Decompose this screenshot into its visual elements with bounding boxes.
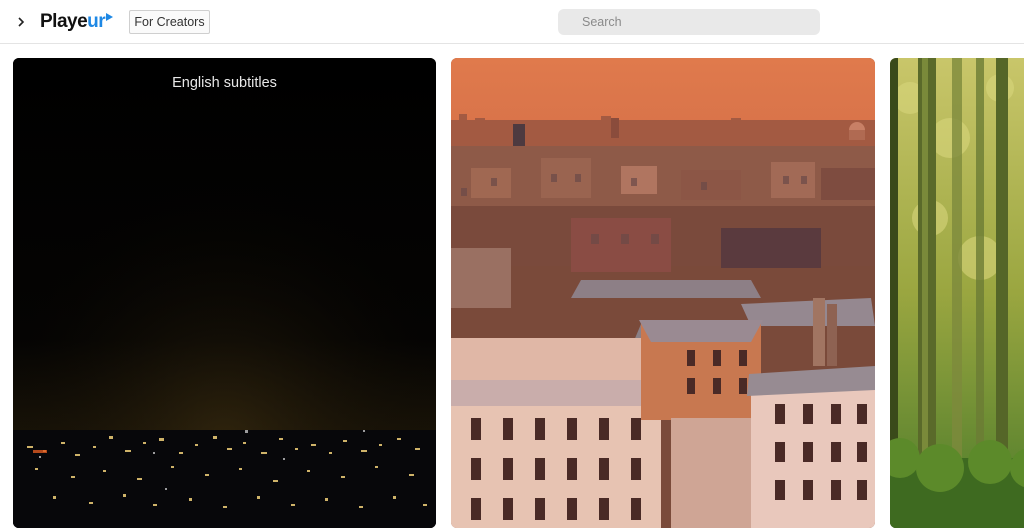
top-header: Playe ur For Creators: [0, 0, 1024, 44]
video-card-paris-rooftops[interactable]: [451, 58, 875, 528]
for-creators-button[interactable]: For Creators: [129, 10, 210, 34]
forest-thumbnail: [890, 58, 1024, 528]
english-subtitles-label: English subtitles: [172, 75, 277, 91]
play-triangle-icon: [106, 13, 114, 21]
video-card-night-city[interactable]: English subtitles: [13, 58, 436, 528]
playeur-logo[interactable]: Playe ur: [40, 10, 114, 34]
video-card-forest[interactable]: [890, 58, 1024, 528]
search-input[interactable]: [558, 9, 820, 35]
paris-rooftops-thumbnail: [451, 58, 875, 528]
logo-text: Playe: [40, 11, 88, 32]
night-city-thumbnail: [13, 58, 436, 528]
chevron-right-icon[interactable]: [13, 12, 29, 32]
logo-accent-text: ur: [87, 11, 106, 32]
